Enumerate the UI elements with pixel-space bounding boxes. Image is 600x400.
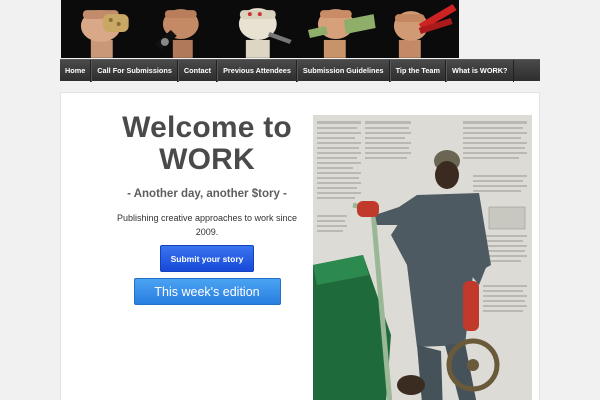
page-title-line2: WORK [159, 143, 255, 176]
banner-fist-bread-image [61, 0, 141, 58]
nav-tip-the-team[interactable]: Tip the Team [389, 59, 446, 82]
tagline: - Another day, another $tory - [127, 188, 287, 200]
this-weeks-edition-button[interactable]: This week's edition [133, 278, 281, 305]
page-title-line1: Welcome to [122, 111, 292, 144]
submit-story-button[interactable]: Submit your story [160, 245, 254, 272]
intro-column: Welcome to WORK - Another day, another $… [81, 93, 333, 305]
content-panel: Welcome to WORK - Another day, another $… [60, 92, 540, 400]
page-title: Welcome to WORK [81, 112, 333, 176]
banner-fist-pliers-image [379, 0, 459, 58]
nav-contact[interactable]: Contact [177, 59, 218, 82]
header-banner [61, 0, 459, 58]
nav-submission-guidelines[interactable]: Submission Guidelines [296, 59, 390, 82]
nav-home[interactable]: Home [60, 59, 92, 82]
featured-photo [313, 115, 532, 400]
banner-fist-money-image [300, 0, 380, 58]
nav-call-for-submissions[interactable]: Call For Submissions [91, 59, 178, 82]
nav-what-is-work[interactable]: What is WORK? [445, 59, 514, 82]
site-description: Publishing creative approaches to work s… [116, 213, 298, 237]
banner-fist-glove-image [220, 0, 300, 58]
nav-previous-attendees[interactable]: Previous Attendees [217, 59, 297, 82]
banner-fist-watch-image [141, 0, 221, 58]
main-nav: Home Call For Submissions Contact Previo… [60, 59, 540, 82]
